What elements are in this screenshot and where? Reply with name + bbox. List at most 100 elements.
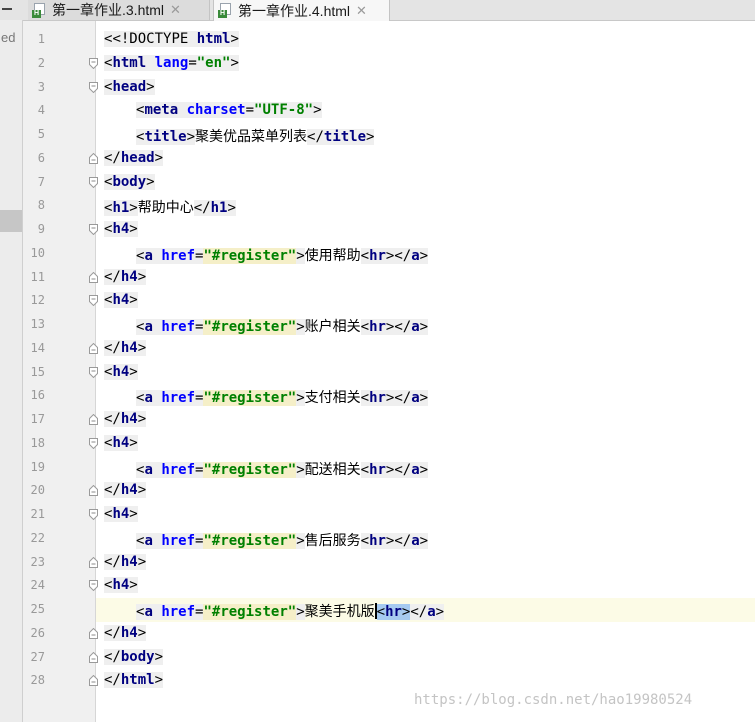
fold-close-icon[interactable]	[89, 414, 98, 425]
code-text: <h4>	[104, 292, 138, 309]
line-number: 16	[30, 388, 45, 403]
line-number: 20	[30, 483, 45, 498]
code-text: <body>	[104, 173, 155, 190]
code-line: 21 <h4>	[23, 503, 755, 527]
code-text: <h4>	[104, 221, 138, 237]
minimize-icon[interactable]	[2, 8, 12, 10]
fold-close-icon[interactable]	[89, 152, 98, 164]
tab-chapter1-homework-4[interactable]: H 第一章作业.4.html ✕	[213, 0, 390, 21]
code-line: 13 <a href="#register">账户相关<hr></a>	[23, 313, 755, 337]
tab-label: 第一章作业.3.html	[52, 2, 165, 18]
fold-close-icon[interactable]	[89, 271, 98, 283]
close-icon[interactable]: ✕	[356, 3, 367, 19]
code-text: <h4>	[104, 577, 138, 594]
fold-close-icon[interactable]	[89, 485, 98, 497]
code-line: 20 </h4>	[23, 479, 755, 503]
link-text: 账户相关	[304, 319, 361, 335]
fold-open-icon[interactable]	[89, 509, 98, 520]
fold-close-icon[interactable]	[89, 342, 98, 354]
tab-chapter1-homework-3[interactable]: H 第一章作业.3.html ✕	[28, 0, 210, 20]
code-line: 8 <h1>帮助中心</h1>	[23, 194, 755, 218]
line-number: 6	[37, 150, 45, 165]
code-line: 4 <meta charset="UTF-8">	[23, 99, 755, 123]
line-number: 26	[30, 625, 45, 640]
code-line: 24 <h4>	[23, 574, 755, 598]
line-number: 3	[37, 79, 45, 94]
code-text: <a href="#register">售后服务<hr></a>	[136, 532, 429, 549]
fold-open-icon[interactable]	[89, 81, 98, 93]
code-text: </h4>	[104, 553, 147, 570]
code-editor[interactable]: 1 <<!DOCTYPE html> 2 <html lang="en"> 3 …	[23, 28, 755, 693]
line-number: 28	[30, 673, 45, 688]
line-number: 7	[37, 174, 45, 189]
code-text: <head>	[104, 78, 155, 95]
line-number: 14	[30, 340, 45, 355]
line-number: 18	[30, 435, 45, 450]
code-line: 5 <title>聚美优品菜单列表</title>	[23, 123, 755, 147]
line-number: 5	[37, 127, 45, 141]
link-text: 支付相关	[304, 390, 361, 407]
line-number: 11	[30, 269, 45, 284]
code-line: 9 <h4>	[23, 218, 755, 242]
fold-close-icon[interactable]	[89, 651, 98, 663]
project-panel-edge: ed	[0, 20, 23, 722]
code-text: <a href="#register">使用帮助<hr></a>	[136, 247, 429, 264]
fold-open-icon[interactable]	[89, 176, 98, 188]
code-text: </head>	[104, 149, 164, 166]
watermark: https://blog.csdn.net/hao19980524	[414, 692, 693, 708]
code-text: </h4>	[104, 482, 147, 499]
code-line: 25 <a href="#register">聚美手机版 <hr></a>	[23, 598, 755, 622]
line-number: 9	[37, 222, 45, 236]
html-file-icon: H	[218, 3, 232, 18]
link-text: 使用帮助	[304, 247, 361, 264]
link-text: 聚美手机版	[304, 604, 375, 620]
editor-tab-bar: H 第一章作业.3.html ✕ H 第一章作业.4.html ✕	[0, 0, 755, 21]
line-number: 25	[30, 602, 45, 616]
line-number: 24	[30, 578, 45, 593]
close-icon[interactable]: ✕	[170, 2, 181, 18]
code-line: 12 <h4>	[23, 289, 755, 313]
code-text: <a href="#register">账户相关<hr></a>	[136, 319, 429, 335]
code-text: </h4>	[104, 339, 147, 356]
line-number: 13	[30, 317, 45, 331]
tab-label: 第一章作业.4.html	[238, 2, 351, 19]
code-line: 17 </h4>	[23, 408, 755, 432]
line-number: 2	[37, 55, 45, 70]
line-number: 4	[37, 103, 45, 118]
fold-open-icon[interactable]	[89, 437, 98, 449]
code-line: 27 </body>	[23, 646, 755, 670]
line-number: 10	[30, 245, 45, 260]
fold-open-icon[interactable]	[89, 295, 98, 307]
code-text: <meta charset="UTF-8">	[136, 102, 322, 119]
fold-open-icon[interactable]	[89, 580, 98, 592]
code-text: <a href="#register">支付相关<hr></a>	[136, 390, 429, 407]
code-text: <a href="#register">聚美手机版 <hr></a>	[136, 603, 445, 620]
code-line: 11 </h4>	[23, 266, 755, 290]
fold-close-icon[interactable]	[89, 627, 98, 639]
panel-scroll-marker[interactable]	[0, 210, 22, 232]
code-line: 6 </head>	[23, 147, 755, 171]
line-number: 8	[37, 198, 45, 213]
code-line: 2 <html lang="en">	[23, 52, 755, 76]
code-text: <title>聚美优品菜单列表</title>	[136, 129, 375, 145]
code-line: 10 <a href="#register">使用帮助<hr></a>	[23, 242, 755, 266]
fold-close-icon[interactable]	[89, 675, 98, 687]
code-text: <<!DOCTYPE html>	[104, 31, 239, 47]
code-text: <a href="#register">配送相关<hr></a>	[136, 461, 429, 478]
code-text: </body>	[104, 648, 164, 665]
fold-open-icon[interactable]	[89, 57, 98, 69]
html-file-icon: H	[32, 2, 46, 18]
link-text: 配送相关	[304, 461, 361, 478]
fold-open-icon[interactable]	[89, 366, 98, 378]
fold-close-icon[interactable]	[89, 556, 98, 568]
fold-open-icon[interactable]	[89, 224, 98, 235]
code-text: </h4>	[104, 268, 147, 285]
code-line: 14 </h4>	[23, 337, 755, 361]
code-line: 26 </h4>	[23, 622, 755, 646]
code-line: 18 <h4>	[23, 432, 755, 456]
line-number: 15	[30, 364, 45, 379]
code-text: <h4>	[104, 506, 138, 522]
code-line: 15 <h4>	[23, 361, 755, 385]
code-text: <html lang="en">	[104, 54, 239, 71]
line-number: 17	[30, 412, 45, 426]
